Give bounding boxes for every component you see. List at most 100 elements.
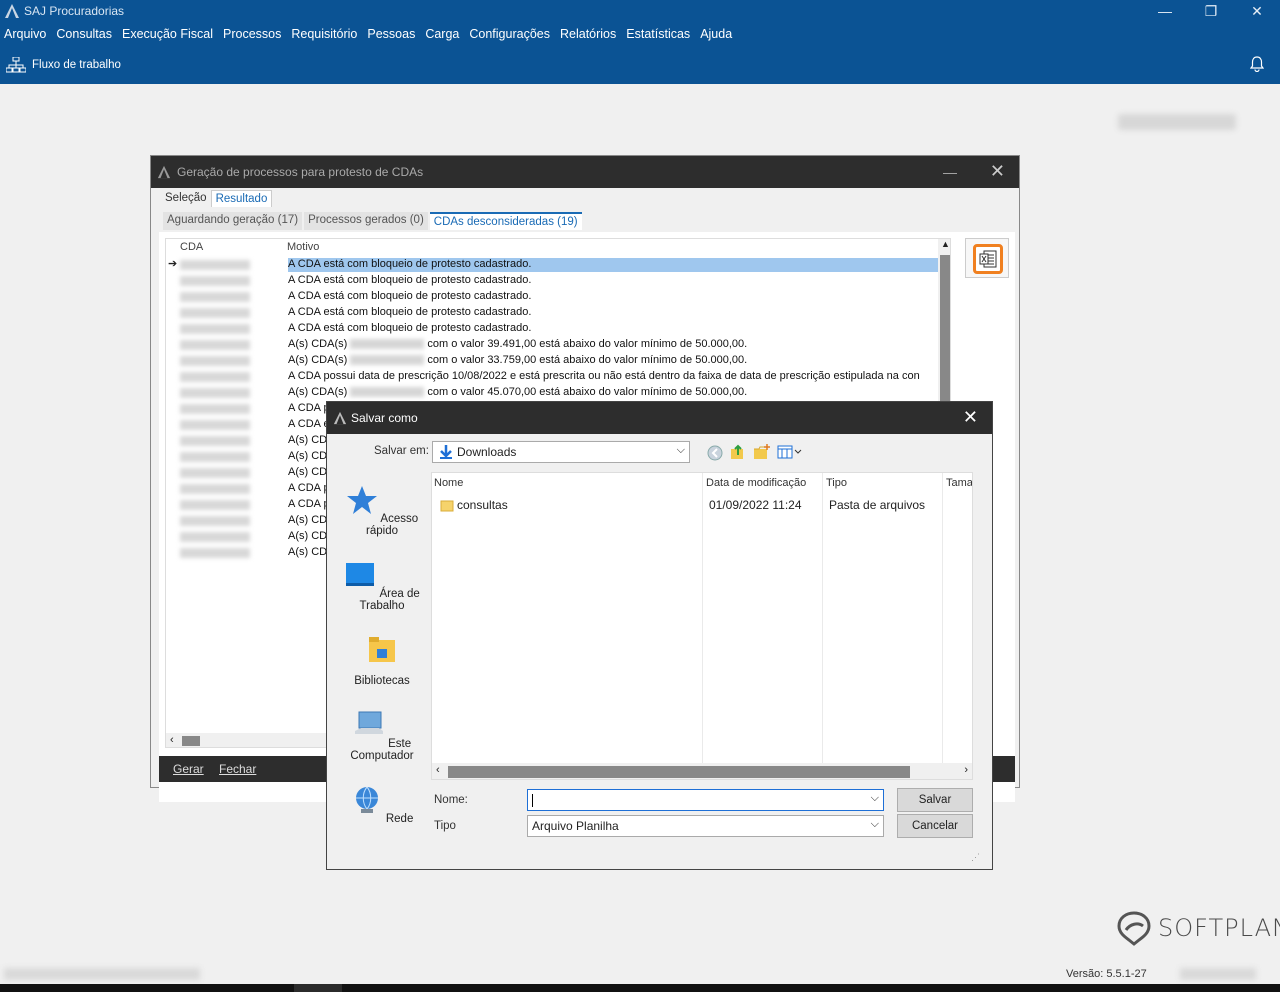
tab-aguardando-geracao[interactable]: Aguardando geração (17) [163,212,303,230]
menu-configuracoes[interactable]: Configurações [469,27,550,41]
desktop-icon [346,563,375,586]
grid-row[interactable]: A(s) CDA(s) com o valor 45.070,00 está a… [166,385,938,401]
taskbar [0,984,1280,992]
scroll-left-icon[interactable]: ‹ [170,734,174,746]
save-button[interactable]: Salvar [897,788,973,812]
grid-row[interactable]: ➔ A CDA está com bloqueio de protesto cad… [166,257,938,273]
grid-row[interactable]: A CDA está com bloqueio de protesto cada… [166,273,938,289]
file-list-horizontal-scrollbar[interactable]: ‹ › [432,763,972,779]
resize-grip-icon[interactable]: ⋰ [971,852,980,863]
file-name-input[interactable]: ⌵ [527,789,884,811]
chevron-down-icon[interactable]: ⌵ [677,444,685,457]
view-menu-icon[interactable] [777,445,803,459]
folder-icon [440,500,454,512]
place-this-pc-label: Este Computador [350,738,414,762]
cda-cell-redacted [180,276,250,286]
column-header-size[interactable]: Tama [946,477,972,489]
protest-dialog-titlebar[interactable]: Geração de processos para protesto de CD… [151,156,1019,188]
scroll-right-icon[interactable]: › [964,764,968,776]
file-type-value: Arquivo Planilha [532,819,619,833]
cda-cell-redacted [180,436,250,446]
grid-row[interactable]: A CDA está com bloqueio de protesto cada… [166,289,938,305]
file-list-scroll-thumb[interactable] [448,766,910,778]
bell-icon[interactable] [1250,56,1264,72]
scroll-left-icon[interactable]: ‹ [436,764,440,776]
close-button[interactable]: ✕ [1234,0,1280,22]
motivo-suffix: com o valor 33.759,00 está abaixo do val… [427,354,748,366]
menu-execucao-fiscal[interactable]: Execução Fiscal [122,27,213,41]
menu-pessoas[interactable]: Pessoas [367,27,415,41]
softplan-logo: SOFTPLAN [1116,910,1280,946]
menu-relatorios[interactable]: Relatórios [560,27,616,41]
grid-vertical-scroll-thumb[interactable] [940,255,950,405]
row-pointer-icon: ➔ [168,258,178,270]
restore-button[interactable]: ❐ [1188,0,1234,22]
menu-carga[interactable]: Carga [425,27,459,41]
cda-number-redacted [350,339,425,350]
network-icon [355,786,378,813]
place-this-pc[interactable]: Este Computador [337,709,427,762]
column-header-cda[interactable]: CDA [180,241,203,253]
tab-selecao[interactable]: Seleção [161,190,211,207]
cancel-button[interactable]: Cancelar [897,814,973,838]
motivo-cell: A(s) CDA(s) com o valor 45.070,00 está a… [288,386,747,398]
up-folder-icon[interactable] [729,443,747,461]
cda-cell-redacted [180,500,250,510]
grid-row[interactable]: A(s) CDA(s) com o valor 33.759,00 está a… [166,353,938,369]
save-as-close-button[interactable]: ✕ [963,407,978,428]
chevron-down-icon[interactable]: ⌵ [871,792,879,805]
grid-row[interactable]: A CDA está com bloqueio de protesto cada… [166,305,938,321]
file-row[interactable]: consultas 01/09/2022 11:24 Pasta de arqu… [432,497,972,515]
back-icon[interactable] [707,445,723,461]
place-desktop[interactable]: Área de Trabalho [337,559,427,612]
place-libraries[interactable]: Bibliotecas [337,634,427,687]
place-desktop-label: Área de Trabalho [359,588,420,612]
tab-resultado[interactable]: Resultado [210,190,273,207]
tab-cdas-desconsideradas[interactable]: CDAs desconsideradas (19) [429,212,582,230]
menu-estatisticas[interactable]: Estatísticas [626,27,690,41]
new-folder-icon[interactable] [753,443,771,461]
column-header-motivo[interactable]: Motivo [287,241,319,253]
workflow-button[interactable]: Fluxo de trabalho [6,57,121,73]
menu-requisitorio[interactable]: Requisitório [291,27,357,41]
star-icon [346,486,377,514]
menu-arquivo[interactable]: Arquivo [4,27,46,41]
fechar-button[interactable]: Fechar [219,762,256,776]
file-type-label: Tipo [434,820,456,832]
grid-horizontal-scroll-thumb[interactable] [182,736,200,746]
protest-dialog-minimize-button[interactable]: — [943,164,957,180]
column-header-name[interactable]: Nome [434,477,463,489]
chevron-down-icon[interactable]: ⌵ [871,818,879,831]
motivo-cell: A CDA está com bloqueio de protesto cada… [288,290,532,302]
grid-row[interactable]: A(s) CDA(s) com o valor 39.491,00 está a… [166,337,938,353]
protest-dialog-close-button[interactable]: ✕ [990,161,1005,182]
cda-cell-redacted [180,324,250,334]
gerar-button[interactable]: Gerar [173,762,204,776]
scroll-up-icon[interactable]: ▲ [941,239,950,249]
taskbar-item[interactable] [294,984,342,992]
tab-processos-gerados[interactable]: Processos gerados (0) [304,212,428,230]
menu-processos[interactable]: Processos [223,27,281,41]
minimize-button[interactable]: — [1142,0,1188,22]
save-in-select[interactable]: Downloads ⌵ [432,441,690,463]
save-as-titlebar[interactable]: Salvar como ✕ [327,402,992,434]
grid-row[interactable]: A CDA está com bloqueio de protesto cada… [166,321,938,337]
motivo-cell: A CDA está com bloqueio de protesto cada… [288,306,532,318]
toolbar: Fluxo de trabalho [0,46,1280,84]
column-divider [942,473,943,763]
place-network[interactable]: Rede [337,784,427,825]
cda-cell-redacted [180,468,250,478]
menu-ajuda[interactable]: Ajuda [700,27,732,41]
column-header-type[interactable]: Tipo [826,477,847,489]
cda-cell-redacted [180,260,250,270]
column-header-date[interactable]: Data de modificação [706,477,806,489]
file-type-select[interactable]: Arquivo Planilha ⌵ [527,815,884,837]
motivo-cell: A CDA está com bloqueio de protesto cada… [288,322,532,334]
place-quick-access[interactable]: Acesso rápido [337,484,427,537]
cda-cell-redacted [180,532,250,542]
cda-cell-redacted [180,388,250,398]
cda-number-redacted [350,355,425,366]
grid-row[interactable]: A CDA possui data de prescrição 10/08/20… [166,369,938,385]
export-spreadsheet-button[interactable] [965,238,1009,278]
menu-consultas[interactable]: Consultas [56,27,112,41]
